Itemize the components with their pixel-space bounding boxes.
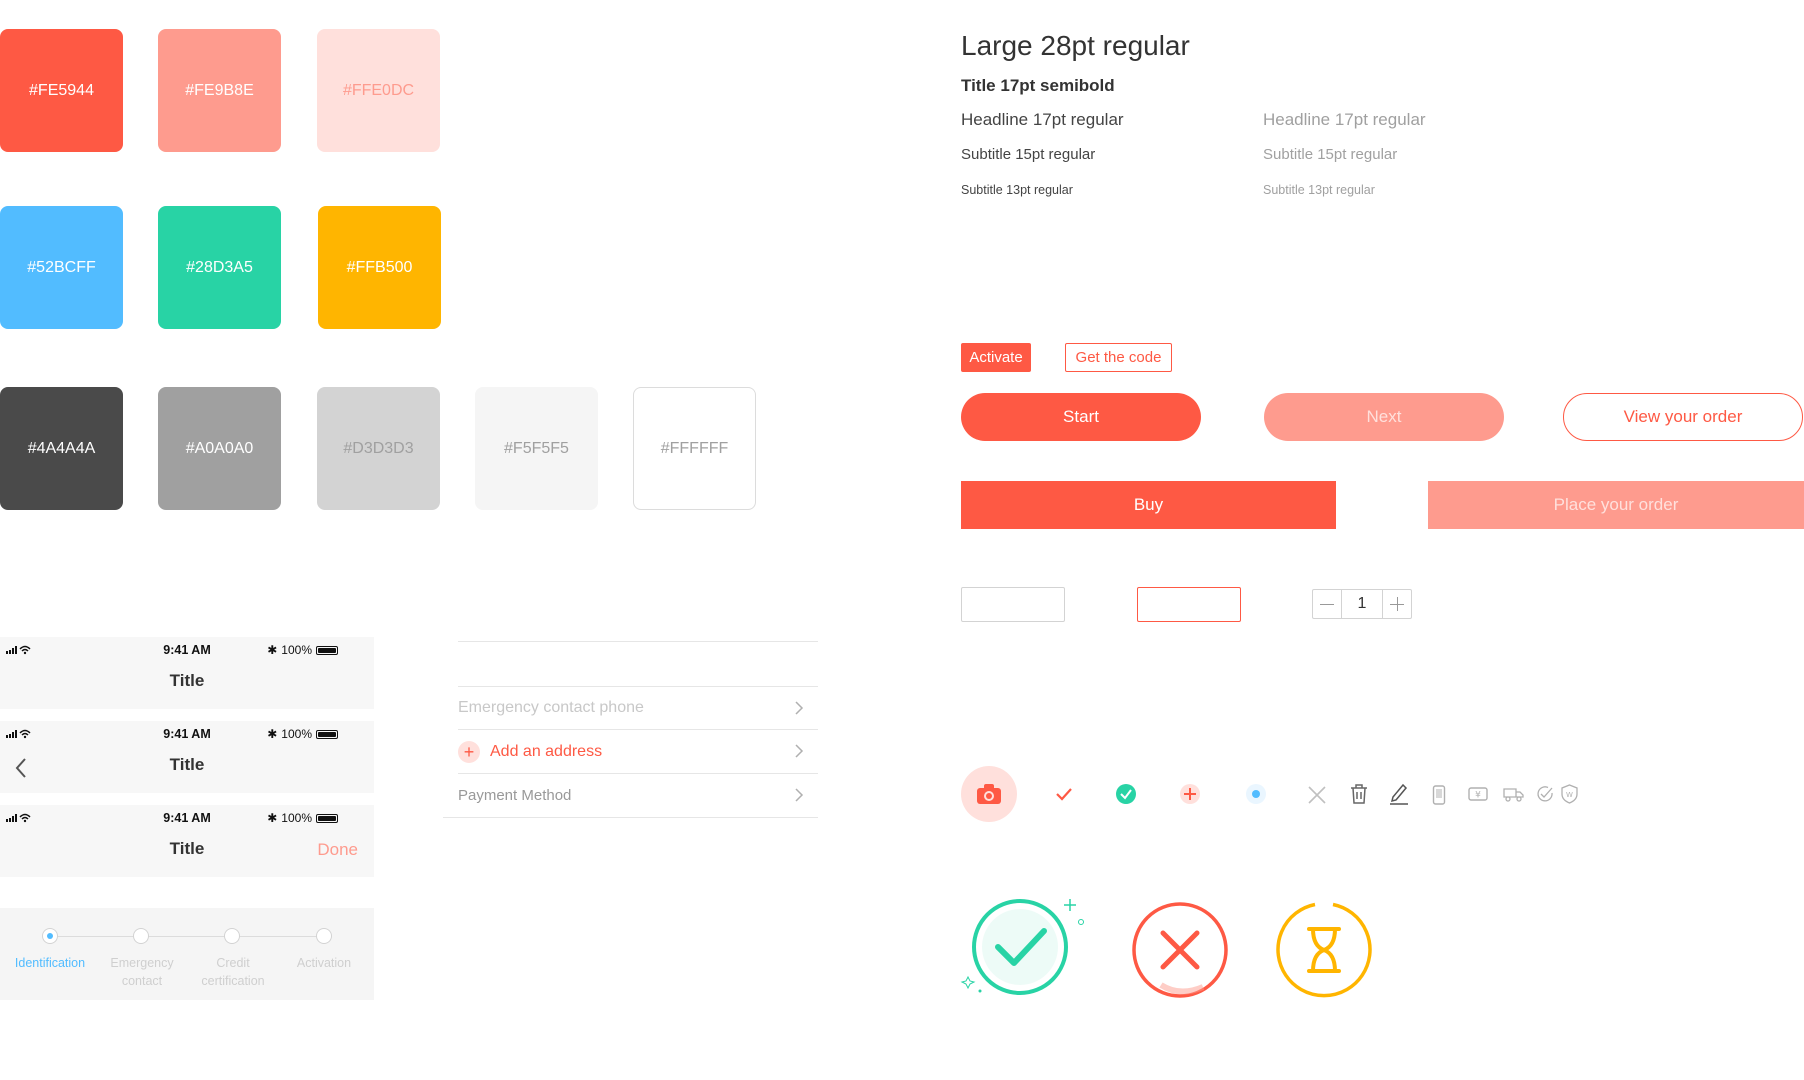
- minus-button[interactable]: [1313, 590, 1342, 618]
- add-circle-icon: +: [458, 740, 480, 763]
- type-headline: Headline 17pt regular: [961, 110, 1124, 129]
- battery-icon: [316, 645, 338, 655]
- swatch-ffe0dc: #FFE0DC: [317, 29, 440, 152]
- navbar-back: 9:41 AM ✱ 100% Title: [0, 721, 374, 793]
- quantity-value[interactable]: 1: [1342, 590, 1382, 618]
- chevron-right-icon: [795, 701, 804, 715]
- swatch-ffb500: #FFB500: [318, 206, 441, 329]
- swatch-28d3a5: #28D3A5: [158, 206, 281, 329]
- svg-text:¥: ¥: [1475, 791, 1481, 801]
- progress-steps: Identification Emergency contact Credit …: [0, 908, 374, 1000]
- truck-icon[interactable]: [1503, 786, 1525, 802]
- trash-icon[interactable]: [1349, 783, 1369, 805]
- edit-pen-icon[interactable]: [1388, 781, 1410, 805]
- svg-text:W: W: [1566, 791, 1573, 799]
- bluetooth-icon: ✱: [267, 643, 278, 657]
- quantity-stepper: 1: [1312, 589, 1412, 619]
- navbar-title: Title: [169, 671, 205, 690]
- place-order-button[interactable]: Place your order: [1428, 481, 1804, 529]
- type-headline-light: Headline 17pt regular: [1263, 110, 1426, 129]
- phone-icon[interactable]: [1432, 785, 1446, 805]
- get-code-button[interactable]: Get the code: [1065, 343, 1172, 372]
- plus-button[interactable]: [1382, 590, 1411, 618]
- step-dot: [133, 928, 149, 944]
- list-divider-top: [458, 641, 818, 642]
- shield-icon[interactable]: W: [1561, 784, 1578, 804]
- chevron-right-icon: [795, 744, 804, 758]
- payment-method-label: Payment Method: [458, 787, 572, 804]
- add-address-label: Add an address: [490, 742, 603, 760]
- battery-icon: [316, 729, 338, 739]
- failure-result-icon: [1132, 902, 1228, 998]
- step-dot: [224, 928, 240, 944]
- status-battery: ✱ 100%: [267, 727, 338, 741]
- chevron-right-icon: [795, 788, 804, 802]
- minus-icon: [1320, 603, 1334, 605]
- done-circle-icon[interactable]: [1536, 785, 1554, 803]
- start-button[interactable]: Start: [961, 393, 1201, 441]
- list-row-add-address[interactable]: + Add an address: [458, 730, 818, 774]
- type-large: Large 28pt regular: [961, 30, 1190, 61]
- success-result-icon: [960, 899, 1084, 995]
- text-input-error[interactable]: [1137, 587, 1241, 622]
- check-circle-icon[interactable]: [1115, 783, 1137, 805]
- swatch-a0a0a0: #A0A0A0: [158, 387, 281, 510]
- emergency-phone-label: Emergency contact phone: [458, 699, 644, 716]
- status-battery: ✱ 100%: [267, 643, 338, 657]
- battery-percent: 100%: [281, 811, 312, 825]
- navbar-done: 9:41 AM ✱ 100% Title Done: [0, 805, 374, 877]
- step-dot-active-core: [47, 933, 53, 939]
- plus-icon: [1390, 597, 1404, 611]
- type-subtitle-15-light: Subtitle 15pt regular: [1263, 146, 1398, 163]
- navbar-title: Title: [169, 755, 205, 774]
- bluetooth-icon: ✱: [267, 811, 278, 825]
- battery-percent: 100%: [281, 727, 312, 741]
- cash-icon[interactable]: ¥: [1468, 787, 1488, 801]
- swatch-52bcff: #52BCFF: [0, 206, 123, 329]
- swatch-d3d3d3: #D3D3D3: [317, 387, 440, 510]
- swatch-fe5944: #FE5944: [0, 29, 123, 152]
- text-input[interactable]: [961, 587, 1065, 622]
- step-label-activation: Activation: [296, 956, 352, 970]
- swatch-ffffff: #FFFFFF: [633, 387, 756, 510]
- check-icon: [1056, 788, 1072, 801]
- swatch-fe9b8e: #FE9B8E: [158, 29, 281, 152]
- buy-button[interactable]: Buy: [961, 481, 1336, 529]
- plus-circle-icon[interactable]: [1179, 783, 1201, 805]
- step-label-emergency: Emergency contact: [110, 956, 174, 988]
- battery-icon: [316, 813, 338, 823]
- next-button[interactable]: Next: [1264, 393, 1504, 441]
- type-subtitle-13: Subtitle 13pt regular: [961, 183, 1073, 197]
- close-icon[interactable]: [1307, 785, 1327, 805]
- step-label-identification: Identification: [14, 956, 86, 970]
- list-row-payment[interactable]: Payment Method: [443, 774, 818, 818]
- done-button[interactable]: Done: [317, 840, 358, 860]
- bluetooth-icon: ✱: [267, 727, 278, 741]
- navbar-basic: 9:41 AM ✱ 100% Title: [0, 637, 374, 709]
- swatch-f5f5f5: #F5F5F5: [475, 387, 598, 510]
- type-title: Title 17pt semibold: [961, 76, 1115, 95]
- step-dot: [316, 928, 332, 944]
- activate-button[interactable]: Activate: [961, 343, 1031, 372]
- list-row-emergency-phone[interactable]: Emergency contact phone: [458, 686, 818, 730]
- type-subtitle-13-light: Subtitle 13pt regular: [1263, 183, 1375, 197]
- swatch-4a4a4a: #4A4A4A: [0, 387, 123, 510]
- pending-result-icon: [1276, 902, 1372, 998]
- type-subtitle-15: Subtitle 15pt regular: [961, 146, 1096, 163]
- step-label-credit: Credit certification: [201, 956, 265, 988]
- status-battery: ✱ 100%: [267, 811, 338, 825]
- radio-dot-icon[interactable]: [1245, 783, 1267, 805]
- camera-icon[interactable]: [961, 766, 1017, 822]
- steps-line: [50, 936, 325, 937]
- battery-percent: 100%: [281, 643, 312, 657]
- view-order-button[interactable]: View your order: [1563, 393, 1803, 441]
